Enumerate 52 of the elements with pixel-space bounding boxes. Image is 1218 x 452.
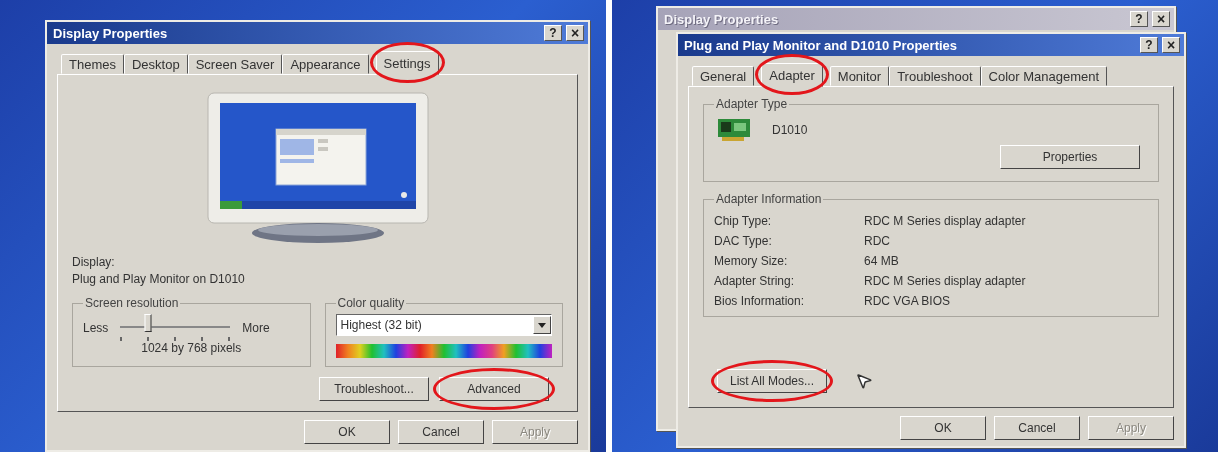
cancel-button[interactable]: Cancel — [994, 416, 1080, 440]
window-title: Plug and Play Monitor and D1010 Properties — [684, 37, 958, 53]
tab[interactable]: Settings — [375, 51, 439, 75]
group-title: Color quality — [336, 296, 406, 310]
list-all-modes-button[interactable]: List All Modes... — [717, 369, 827, 393]
tab[interactable]: General — [692, 66, 755, 86]
tab[interactable]: Desktop — [123, 54, 188, 74]
info-label: Bios Information: — [714, 294, 806, 308]
adapter-name: D1010 — [772, 123, 808, 137]
panel-button[interactable]: Troubleshoot... — [319, 377, 429, 401]
help-button[interactable]: ? — [1130, 11, 1148, 27]
info-value: RDC M Series display adapter — [864, 214, 1027, 228]
info-label: Chip Type: — [714, 214, 773, 228]
info-label: DAC Type: — [714, 234, 773, 248]
close-button[interactable]: × — [1152, 11, 1170, 27]
tab[interactable]: Screen Saver — [187, 54, 283, 74]
group-title: Adapter Type — [715, 97, 789, 111]
slider-thumb[interactable] — [144, 314, 152, 332]
info-value: RDC — [864, 234, 891, 248]
properties-button[interactable]: Properties — [1000, 145, 1140, 169]
tab[interactable]: Appearance — [282, 54, 369, 74]
display-value: Plug and Play Monitor on D1010 — [72, 272, 246, 286]
tab[interactable]: Monitor — [829, 66, 890, 86]
window-title: Display Properties — [53, 25, 168, 41]
ok-button[interactable]: OK — [900, 416, 986, 440]
display-label: Display: — [72, 255, 116, 269]
info-value: 64 MB — [864, 254, 900, 268]
close-button[interactable]: × — [566, 25, 584, 41]
group-title: Screen resolution — [84, 296, 180, 310]
tab[interactable]: Themes — [61, 54, 124, 74]
less-label: Less — [83, 320, 109, 335]
adapter-card-icon — [718, 119, 750, 141]
info-label: Memory Size: — [714, 254, 789, 268]
info-value: RDC M Series display adapter — [864, 274, 1027, 288]
panel-button[interactable]: Advanced — [439, 377, 549, 401]
tab[interactable]: Color Management — [980, 66, 1108, 86]
cancel-button[interactable]: Cancel — [398, 420, 484, 444]
help-button[interactable]: ? — [1140, 37, 1158, 53]
tab[interactable]: Troubleshoot — [889, 66, 981, 86]
info-value: RDC VGA BIOS — [864, 294, 952, 308]
close-button[interactable]: × — [1162, 37, 1180, 53]
resolution-reading: 1024 by 768 pixels — [141, 341, 242, 355]
more-label: More — [242, 320, 270, 335]
color-quality-dropdown[interactable]: Highest (32 bit) — [335, 314, 552, 336]
dropdown-arrow-icon — [538, 322, 546, 328]
group-title: Adapter Information — [715, 192, 823, 206]
tab[interactable]: Adapter — [761, 63, 823, 87]
info-label: Adapter String: — [714, 274, 796, 288]
mouse-pointer-icon — [855, 372, 873, 390]
ok-button[interactable]: OK — [304, 420, 390, 444]
window-title: Display Properties — [664, 11, 779, 27]
help-button[interactable]: ? — [544, 25, 562, 41]
